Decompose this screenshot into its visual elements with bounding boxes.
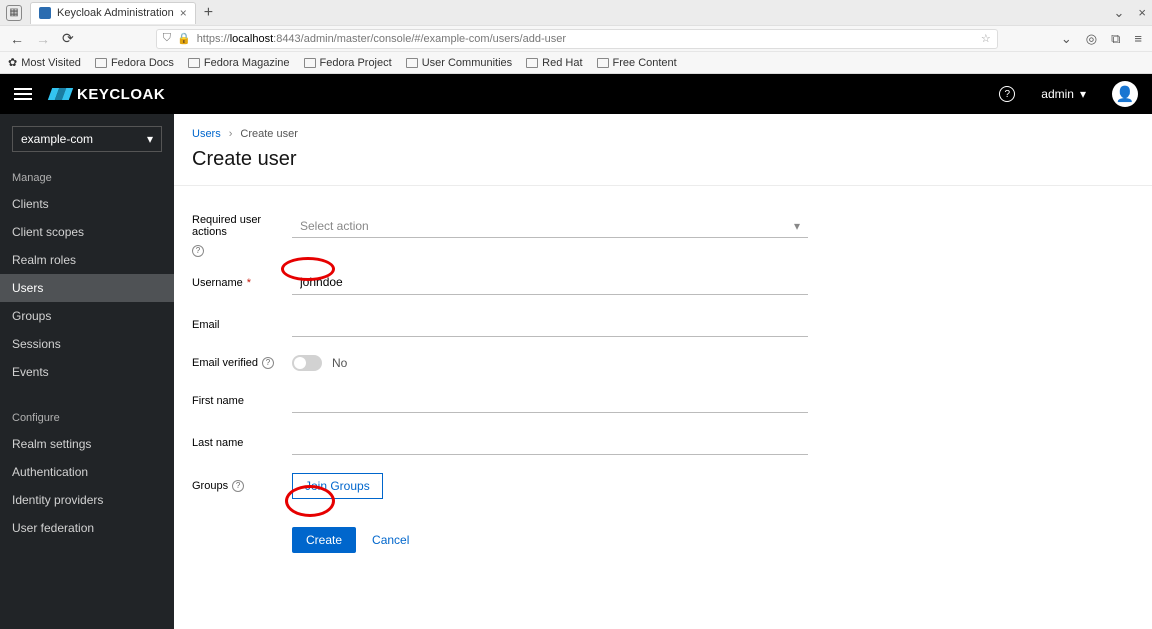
breadcrumb: Users › Create user (192, 128, 1134, 140)
browser-tab[interactable]: Keycloak Administration × (30, 2, 196, 24)
user-menu[interactable]: admin ▾ (1041, 87, 1086, 101)
sidebar-item-identity-providers[interactable]: Identity providers (0, 486, 174, 514)
join-groups-button[interactable]: Join Groups (292, 473, 383, 499)
breadcrumb-users[interactable]: Users (192, 128, 221, 140)
bookmark-fedora-magazine[interactable]: Fedora Magazine (188, 57, 290, 69)
sidebar-item-users[interactable]: Users (0, 274, 174, 302)
realm-selector[interactable]: example-com ▾ (12, 126, 162, 152)
lock-icon: 🔒 (177, 32, 191, 45)
bookmark-star-icon[interactable]: ☆ (981, 32, 991, 45)
label-required-actions: Required user actions (192, 214, 292, 238)
help-icon[interactable]: ? (192, 245, 204, 257)
caret-down-icon: ▾ (147, 132, 153, 146)
cancel-button[interactable]: Cancel (372, 533, 409, 547)
email-input[interactable] (292, 313, 808, 337)
sidebar-item-authentication[interactable]: Authentication (0, 458, 174, 486)
keycloak-logo[interactable]: KEYCLOAK (50, 86, 165, 103)
sidebar-item-clients[interactable]: Clients (0, 190, 174, 218)
save-pocket-icon[interactable]: ⌄ (1061, 31, 1072, 47)
sidebar-item-realm-settings[interactable]: Realm settings (0, 430, 174, 458)
sidebar-item-groups[interactable]: Groups (0, 302, 174, 330)
back-button[interactable]: ← (10, 31, 24, 47)
label-username: Username* (192, 277, 292, 289)
select-placeholder: Select action (300, 219, 369, 233)
window-list-icon[interactable]: ▦ (6, 5, 22, 21)
sidebar-item-client-scopes[interactable]: Client scopes (0, 218, 174, 246)
chevron-right-icon: › (229, 128, 233, 140)
breadcrumb-current: Create user (240, 128, 297, 140)
url-text: https://localhost:8443/admin/master/cons… (197, 33, 566, 45)
label-email-verified: Email verified ? (192, 357, 292, 369)
sidebar-item-user-federation[interactable]: User federation (0, 514, 174, 542)
sidebar-section-configure: Configure (0, 404, 174, 430)
sidebar-item-events[interactable]: Events (0, 358, 174, 386)
label-first-name: First name (192, 395, 292, 407)
new-tab-button[interactable]: + (196, 4, 221, 22)
bookmark-fedora-docs[interactable]: Fedora Docs (95, 57, 174, 69)
bookmark-user-communities[interactable]: User Communities (406, 57, 512, 69)
sidebar-item-realm-roles[interactable]: Realm roles (0, 246, 174, 274)
sidebar: example-com ▾ Manage Clients Client scop… (0, 114, 174, 629)
reload-button[interactable]: ⟳ (62, 30, 74, 47)
bookmark-fedora-project[interactable]: Fedora Project (304, 57, 392, 69)
current-user: admin (1041, 87, 1074, 101)
bookmark-most-visited[interactable]: ✿ Most Visited (8, 56, 81, 69)
shield-icon: ⛉ (163, 32, 171, 45)
sidebar-item-sessions[interactable]: Sessions (0, 330, 174, 358)
tab-title: Keycloak Administration (57, 7, 174, 19)
chevron-down-icon[interactable]: ⌄ (1114, 5, 1125, 21)
window-close-icon[interactable]: × (1138, 5, 1146, 20)
page-title: Create user (192, 148, 1134, 171)
bookmarks-bar: ✿ Most Visited Fedora Docs Fedora Magazi… (0, 52, 1152, 74)
keycloak-logo-mark (50, 88, 71, 100)
bookmark-free-content[interactable]: Free Content (597, 57, 677, 69)
caret-down-icon: ▾ (1080, 87, 1086, 101)
toggle-value: No (332, 356, 347, 370)
help-icon[interactable]: ? (999, 86, 1015, 102)
account-icon[interactable]: ◎ (1086, 31, 1097, 47)
email-verified-toggle[interactable] (292, 355, 322, 371)
help-icon[interactable]: ? (262, 357, 274, 369)
logo-text: KEYCLOAK (77, 86, 165, 103)
tab-favicon (39, 7, 51, 19)
hamburger-menu-icon[interactable] (14, 88, 32, 100)
extensions-icon[interactable]: ⧉ (1111, 31, 1120, 47)
help-icon[interactable]: ? (232, 480, 244, 492)
browser-toolbar: ← → ⟳ ⛉ 🔒 https://localhost:8443/admin/m… (0, 26, 1152, 52)
bookmark-red-hat[interactable]: Red Hat (526, 57, 582, 69)
avatar[interactable]: 👤 (1112, 81, 1138, 107)
address-bar[interactable]: ⛉ 🔒 https://localhost:8443/admin/master/… (156, 29, 998, 49)
menu-icon[interactable]: ≡ (1134, 31, 1142, 46)
close-icon[interactable]: × (180, 6, 187, 20)
keycloak-header: KEYCLOAK ? admin ▾ 👤 (0, 74, 1152, 114)
label-email: Email (192, 319, 292, 331)
sidebar-section-manage: Manage (0, 164, 174, 190)
main-content: Users › Create user Create user Required… (174, 114, 1152, 629)
first-name-input[interactable] (292, 389, 808, 413)
username-input[interactable] (292, 271, 808, 295)
caret-down-icon: ▾ (794, 219, 800, 233)
required-actions-select[interactable]: Select action ▾ (292, 214, 808, 238)
last-name-input[interactable] (292, 431, 808, 455)
realm-name: example-com (21, 132, 93, 146)
create-button[interactable]: Create (292, 527, 356, 553)
forward-button: → (36, 31, 50, 47)
label-groups: Groups ? (192, 480, 292, 492)
label-last-name: Last name (192, 437, 292, 449)
browser-tab-bar: ▦ Keycloak Administration × + ⌄ × (0, 0, 1152, 26)
